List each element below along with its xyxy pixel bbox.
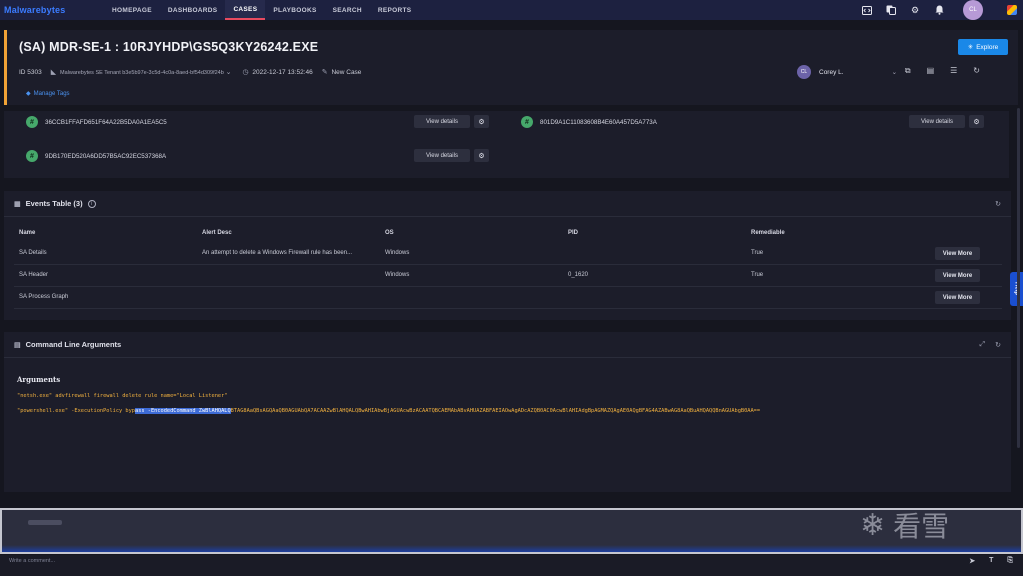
folder-icon[interactable]: ▤ <box>927 66 935 76</box>
view-details-button[interactable]: View details <box>414 149 470 162</box>
argument-line-2[interactable]: "powershell.exe" -ExecutionPolicy bypass… <box>17 408 760 414</box>
hash-icon: # <box>26 150 38 162</box>
column-header-remediable: Remediable <box>751 230 785 236</box>
refresh-icon[interactable]: ↻ <box>973 66 980 76</box>
explore-button[interactable]: ✳ Explore <box>958 39 1008 55</box>
gear-icon[interactable]: ⚙ <box>905 0 925 20</box>
refresh-icon[interactable]: ↻ <box>995 200 1001 208</box>
code-icon[interactable] <box>857 0 877 20</box>
blurred-label <box>28 520 62 525</box>
list-icon[interactable]: ☰ <box>950 66 957 76</box>
nav-reports[interactable]: REPORTS <box>370 0 420 20</box>
table-icon: ▦ <box>14 200 21 208</box>
argument-line-1[interactable]: "netsh.exe" advfirewall firewall delete … <box>17 393 227 399</box>
case-meta: ID 5303 ◣ Malwarebytes SE Tenant b3e5b97… <box>19 68 362 77</box>
column-header-name: Name <box>19 230 36 236</box>
divider <box>4 357 1011 358</box>
column-header-alert-desc: Alert Desc <box>202 230 232 236</box>
bell-icon[interactable] <box>929 0 949 20</box>
case-datetime: 2022-12-17 13:52:46 <box>252 69 313 76</box>
hash-item: # 801D9A1C11083608B4E60A457D5A773A <box>521 116 657 128</box>
chevron-down-icon: ⌄ <box>891 69 898 76</box>
expand-icon[interactable]: ⤢ <box>980 341 986 349</box>
command-line-header: ▤ Command Line Arguments <box>14 340 122 349</box>
nav-search[interactable]: SEARCH <box>325 0 370 20</box>
nav-dashboards[interactable]: DASHBOARDS <box>160 0 226 20</box>
events-table-header: ▦ Events Table (3) i <box>14 199 96 208</box>
assignee-name: Corey L. <box>819 68 844 76</box>
view-details-button[interactable]: View details <box>909 115 965 128</box>
arguments-label: Arguments <box>17 375 61 384</box>
nav-playbooks[interactable]: PLAYBOOKS <box>265 0 324 20</box>
table-row: SA Details An attempt to delete a Window… <box>14 243 1002 265</box>
app-icon[interactable] <box>1007 5 1017 15</box>
top-navbar: Malwarebytes HOMEPAGE DASHBOARDS CASES P… <box>0 0 1023 20</box>
copy-icon[interactable] <box>881 0 901 20</box>
text-selection: ass -EncodedCommand ZwBlAHQALQ <box>135 408 231 414</box>
refresh-icon[interactable]: ↻ <box>995 341 1001 349</box>
hash-item: # 36CCB1FFAFD651F64A22B5DA0A1EA5C5 <box>26 116 167 128</box>
tag-icon: ◆ <box>26 91 31 97</box>
document-icon: ▤ <box>14 341 21 349</box>
edit-icon: ✎ <box>321 69 328 76</box>
command-line-panel: ▤ Command Line Arguments ⤢ ↻ Arguments "… <box>4 332 1011 492</box>
gear-icon[interactable]: ⚙ <box>474 149 489 162</box>
hash-icon: # <box>26 116 38 128</box>
view-more-button[interactable]: View More <box>935 247 980 260</box>
snowflake-icon: ❄ <box>860 508 886 542</box>
brand-logo[interactable]: Malwarebytes <box>0 0 104 20</box>
nav-homepage[interactable]: HOMEPAGE <box>104 0 160 20</box>
header-tools: ⧉ ▤ ☰ ↻ <box>905 66 980 76</box>
column-header-os: OS <box>385 230 394 236</box>
view-more-button[interactable]: View More <box>935 269 980 282</box>
view-more-button[interactable]: View More <box>935 291 980 304</box>
chevron-down-icon: ⌄ <box>225 69 232 76</box>
view-details-button[interactable]: View details <box>414 115 470 128</box>
gear-icon[interactable]: ⚙ <box>474 115 489 128</box>
gear-icon[interactable]: ⚙ <box>969 115 984 128</box>
case-status[interactable]: ✎ New Case <box>322 68 362 76</box>
events-table-panel: ▦ Events Table (3) i ↻ Name Alert Desc O… <box>4 191 1011 320</box>
assignee-selector[interactable]: CL Corey L. ⌄ <box>797 65 897 79</box>
case-header: (SA) MDR-SE-1 : 10RJYHDP\GS5Q3KY26242.EX… <box>4 30 1018 105</box>
clock-icon: ◷ <box>242 69 249 76</box>
divider <box>4 216 1011 217</box>
case-title: (SA) MDR-SE-1 : 10RJYHDP\GS5Q3KY26242.EX… <box>19 40 319 54</box>
tenant-icon: ◣ <box>50 69 57 76</box>
table-row: SA Header Windows 0_1620 True View More <box>14 265 1002 287</box>
explore-icon: ✳ <box>967 44 974 51</box>
navbar-actions: ⚙ CL <box>853 0 1023 20</box>
merge-icon[interactable]: ⧉ <box>905 66 911 76</box>
comment-bar: Write a comment... ➤ T ⎘ <box>0 555 1023 576</box>
watermark: ❄ 看雪 <box>860 508 950 544</box>
page-scrollbar[interactable] <box>1017 108 1020 448</box>
info-icon[interactable]: i <box>87 199 96 208</box>
hash-panel: # 36CCB1FFAFD651F64A22B5DA0A1EA5C5 View … <box>4 111 1009 178</box>
nav-cases[interactable]: CASES <box>225 0 266 20</box>
column-header-pid: PID <box>568 230 579 236</box>
manage-tags-link[interactable]: ◆ Manage Tags <box>26 90 70 98</box>
tenant-selector[interactable]: ◣ Malwarebytes SE Tenant b3e5b97e-3c5d-4… <box>51 68 234 76</box>
comment-tools: ➤ T ⎘ <box>969 557 1013 565</box>
table-row: SA Process Graph View More <box>14 287 1002 309</box>
attachment-icon[interactable]: ⎘ <box>1007 557 1013 565</box>
user-avatar[interactable]: CL <box>963 0 983 20</box>
hash-item: # 9DB170ED520A6DD57B5AC92EC537368A <box>26 150 166 162</box>
hash-icon: # <box>521 116 533 128</box>
comment-input[interactable]: Write a comment... <box>9 558 55 564</box>
send-icon[interactable]: ➤ <box>969 557 975 565</box>
assignee-avatar: CL <box>797 65 811 79</box>
progress-glow <box>2 545 1021 552</box>
case-id: ID 5303 <box>19 68 42 76</box>
text-format-icon[interactable]: T <box>989 557 993 565</box>
command-line-tools: ⤢ ↻ <box>980 341 1001 349</box>
